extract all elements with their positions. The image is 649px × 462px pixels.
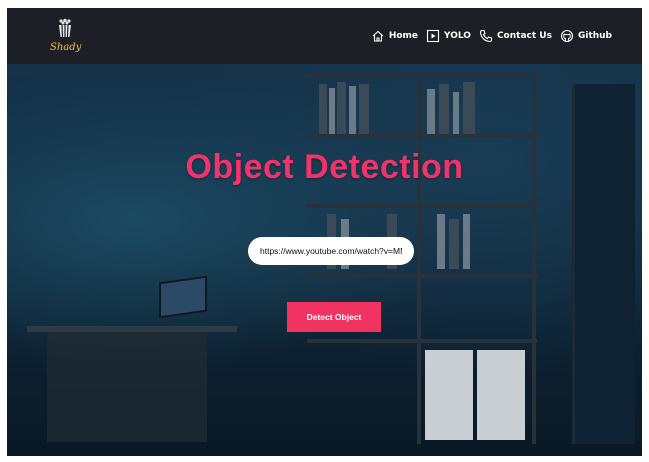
nav-label-home: Home xyxy=(388,31,419,41)
shelf xyxy=(307,134,537,138)
nav-label-github: Github xyxy=(577,31,612,41)
laptop xyxy=(159,275,207,319)
window xyxy=(572,84,635,444)
nav-label-contact: Contact Us xyxy=(496,31,552,41)
shelf-post xyxy=(417,74,421,444)
home-icon xyxy=(372,30,384,42)
popcorn-icon xyxy=(59,18,71,38)
detect-object-button[interactable]: Detect Object xyxy=(287,302,381,332)
nav-item-home[interactable]: Home xyxy=(371,29,418,43)
play-box-icon xyxy=(426,29,440,43)
nav-item-contact[interactable]: Contact Us xyxy=(479,29,552,43)
nav-item-github[interactable]: Github xyxy=(560,29,612,43)
shelf-post xyxy=(532,74,536,444)
nav-item-yolo[interactable]: YOLO xyxy=(426,29,471,43)
navbar: Shady Home YOLO Contact Us Github xyxy=(7,8,642,64)
github-icon xyxy=(560,29,574,43)
nav-label-yolo: YOLO xyxy=(444,31,471,41)
app-frame: Shady Home YOLO Contact Us Github Object… xyxy=(7,8,642,456)
shelf xyxy=(307,339,537,343)
cabinet-door xyxy=(477,350,525,440)
shelf xyxy=(307,274,537,278)
cabinet-door xyxy=(425,350,473,440)
brand-name: Shady xyxy=(50,42,82,53)
phone-icon xyxy=(479,29,493,43)
nav-links: Home YOLO Contact Us Github xyxy=(371,8,612,64)
shelf xyxy=(307,204,537,208)
shelf xyxy=(307,74,537,78)
brand-logo[interactable]: Shady xyxy=(50,18,90,58)
page-title: Object Detection xyxy=(185,148,464,186)
desk-cloth xyxy=(47,332,207,442)
video-url-input[interactable] xyxy=(248,237,414,265)
